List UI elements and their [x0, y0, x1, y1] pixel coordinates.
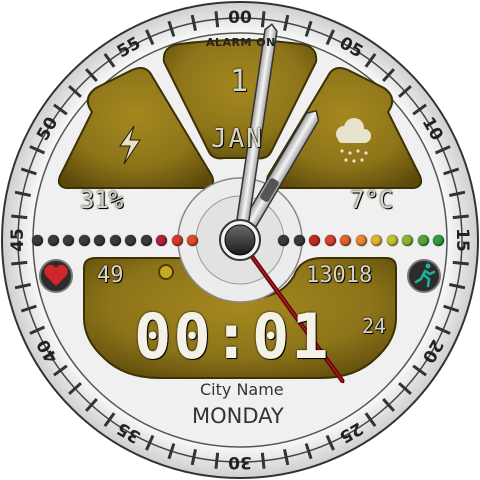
progress-dot	[187, 235, 198, 246]
minute-tick	[11, 260, 28, 266]
minute-tick	[214, 11, 220, 28]
center-hub-cap	[224, 224, 256, 256]
bezel-numeral: 45	[8, 228, 28, 252]
progress-dot	[94, 235, 105, 246]
minute-tick	[260, 452, 266, 469]
progress-dot	[293, 235, 305, 246]
progress-dot	[140, 235, 152, 246]
weekday: MONDAY	[192, 404, 284, 428]
weather-temperature: 7°C	[350, 186, 394, 214]
minute-tick	[260, 11, 266, 28]
progress-dot	[340, 235, 351, 246]
progress-dot	[417, 235, 429, 246]
progress-dot	[386, 235, 398, 246]
progress-dot	[78, 235, 90, 246]
city-name: City Name	[200, 380, 284, 399]
minute-tick	[452, 214, 469, 220]
progress-dot	[109, 235, 121, 246]
progress-dot	[433, 235, 444, 246]
steps-value: 13018	[306, 263, 373, 288]
progress-dot	[156, 235, 167, 246]
progress-dot	[355, 235, 367, 246]
progress-dot	[278, 235, 289, 246]
progress-dot	[125, 235, 136, 246]
progress-dot	[309, 235, 320, 246]
minute-tick	[452, 260, 469, 266]
minute-tick	[214, 452, 220, 469]
bezel-numeral: 00	[228, 8, 252, 28]
alarm-status: ALARM ON	[206, 36, 276, 49]
bezel-numeral: 30	[228, 452, 252, 472]
progress-dot	[32, 235, 43, 246]
digital-time: 00:01	[134, 300, 331, 373]
heart-rate-value: 49	[97, 263, 124, 288]
progress-dot	[324, 235, 336, 246]
progress-dot	[171, 235, 183, 246]
date-month: JAN	[211, 124, 264, 154]
progress-dot	[371, 235, 382, 246]
progress-dot	[63, 235, 74, 246]
battery-percentage: 31%	[80, 186, 124, 214]
progress-dot	[47, 235, 59, 246]
minute-tick	[11, 214, 28, 220]
date-day: 1	[230, 64, 249, 99]
digital-seconds: 24	[362, 314, 387, 338]
heart-rate-indicator	[158, 264, 174, 280]
bezel-numeral: 15	[452, 228, 472, 252]
progress-dot	[402, 235, 413, 246]
